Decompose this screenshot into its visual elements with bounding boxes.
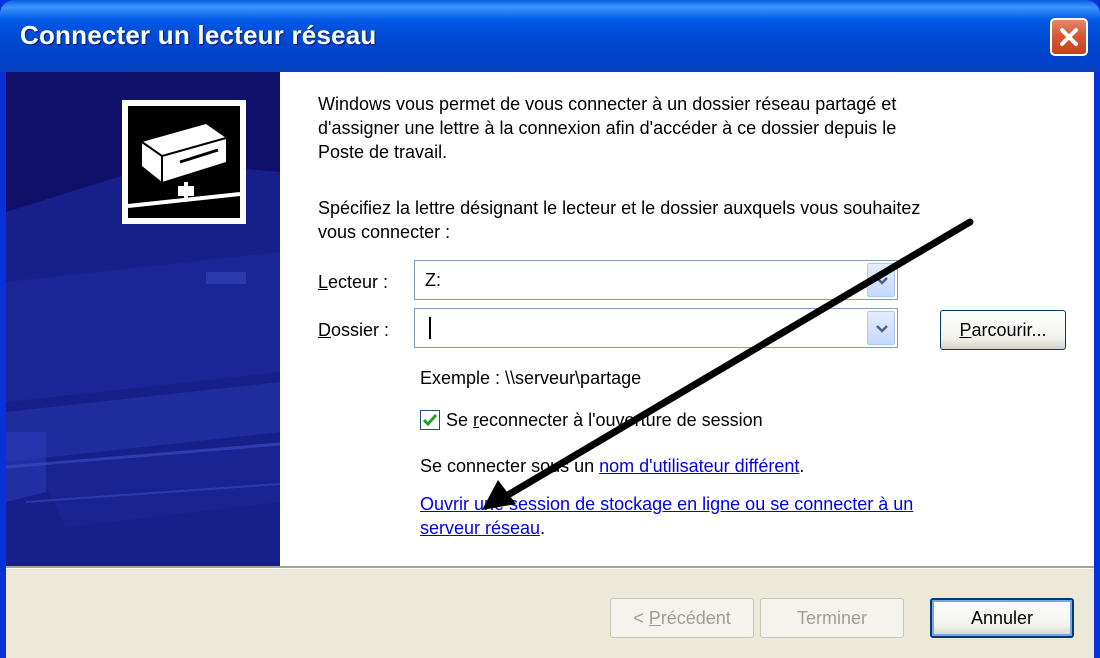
instruction-line-1: Spécifiez la lettre désignant le lecteur… bbox=[318, 198, 921, 218]
intro-line-3: Poste de travail. bbox=[318, 142, 448, 162]
instruction-line-2: vous connecter : bbox=[318, 222, 451, 242]
browse-label: arcourir... bbox=[971, 320, 1047, 340]
window-title: Connecter un lecteur réseau bbox=[20, 20, 377, 50]
chevron-down-icon bbox=[876, 277, 888, 285]
storage-link-suffix: . bbox=[540, 518, 546, 538]
network-drive-icon bbox=[122, 100, 246, 224]
reconnect-checkbox[interactable] bbox=[420, 410, 440, 430]
other-user-suffix: . bbox=[799, 456, 805, 476]
footer-separator bbox=[6, 566, 1094, 569]
drive-select[interactable]: Z: bbox=[414, 260, 898, 300]
finish-button[interactable]: Terminer bbox=[760, 598, 904, 638]
instruction-text: Spécifiez la lettre désignant le lecteur… bbox=[318, 196, 920, 244]
back-button[interactable]: < Précédent bbox=[610, 598, 754, 638]
text-cursor bbox=[429, 317, 431, 339]
other-user-prefix: Se connecter sous un bbox=[420, 456, 600, 476]
storage-link-line-1[interactable]: Ouvrir une session de stockage en ligne … bbox=[420, 494, 913, 514]
close-icon bbox=[1060, 28, 1078, 46]
folder-label: Dossier : bbox=[318, 320, 389, 341]
folder-combo[interactable] bbox=[414, 308, 898, 348]
chevron-down-icon bbox=[876, 325, 888, 333]
dialog-body: Windows vous permet de vous connecter à … bbox=[6, 72, 1094, 658]
reconnect-label[interactable]: Se reconnecter à l'ouverture de session bbox=[446, 408, 763, 432]
intro-line-2: d'assigner une lettre à la connexion afi… bbox=[318, 118, 897, 138]
drive-label-mnemonic: L bbox=[318, 272, 329, 292]
reconnect-label-end: econnecter à l'ouverture de session bbox=[479, 410, 763, 430]
drive-select-value: Z: bbox=[425, 270, 441, 290]
browse-button[interactable]: Parcourir... bbox=[940, 310, 1066, 350]
close-button[interactable] bbox=[1050, 18, 1088, 56]
folder-label-mnemonic: D bbox=[318, 320, 331, 340]
storage-link-line-2[interactable]: serveur réseau bbox=[420, 518, 540, 538]
example-text: Exemple : \\serveur\partage bbox=[420, 368, 642, 388]
intro-text: Windows vous permet de vous connecter à … bbox=[318, 92, 896, 164]
cancel-button[interactable]: Annuler bbox=[930, 598, 1074, 638]
drive-dropdown-button[interactable] bbox=[867, 263, 895, 297]
reconnect-label-start: Se bbox=[446, 410, 474, 430]
drive-label-text: ecteur : bbox=[328, 272, 389, 292]
storage-link-block: Ouvrir une session de stockage en ligne … bbox=[420, 492, 913, 540]
dialog-window: Connecter un lecteur réseau Windows vous… bbox=[0, 0, 1100, 658]
title-bar[interactable]: Connecter un lecteur réseau bbox=[0, 0, 1100, 72]
browse-mnemonic: P bbox=[959, 320, 972, 340]
checkmark-icon bbox=[422, 414, 438, 427]
other-user-line: Se connecter sous un nom d'utilisateur d… bbox=[420, 454, 804, 478]
wizard-content: Windows vous permet de vous connecter à … bbox=[280, 72, 1094, 566]
wizard-sidebar bbox=[6, 72, 280, 566]
back-prefix: < bbox=[633, 608, 649, 628]
back-mnemonic: P bbox=[648, 608, 661, 628]
folder-label-text: ossier : bbox=[331, 320, 390, 340]
intro-line-1: Windows vous permet de vous connecter à … bbox=[318, 94, 897, 114]
different-user-link[interactable]: nom d'utilisateur différent bbox=[599, 456, 799, 476]
folder-dropdown-button[interactable] bbox=[867, 311, 895, 345]
back-label: récédent bbox=[660, 608, 731, 628]
drive-label: Lecteur : bbox=[318, 272, 388, 293]
